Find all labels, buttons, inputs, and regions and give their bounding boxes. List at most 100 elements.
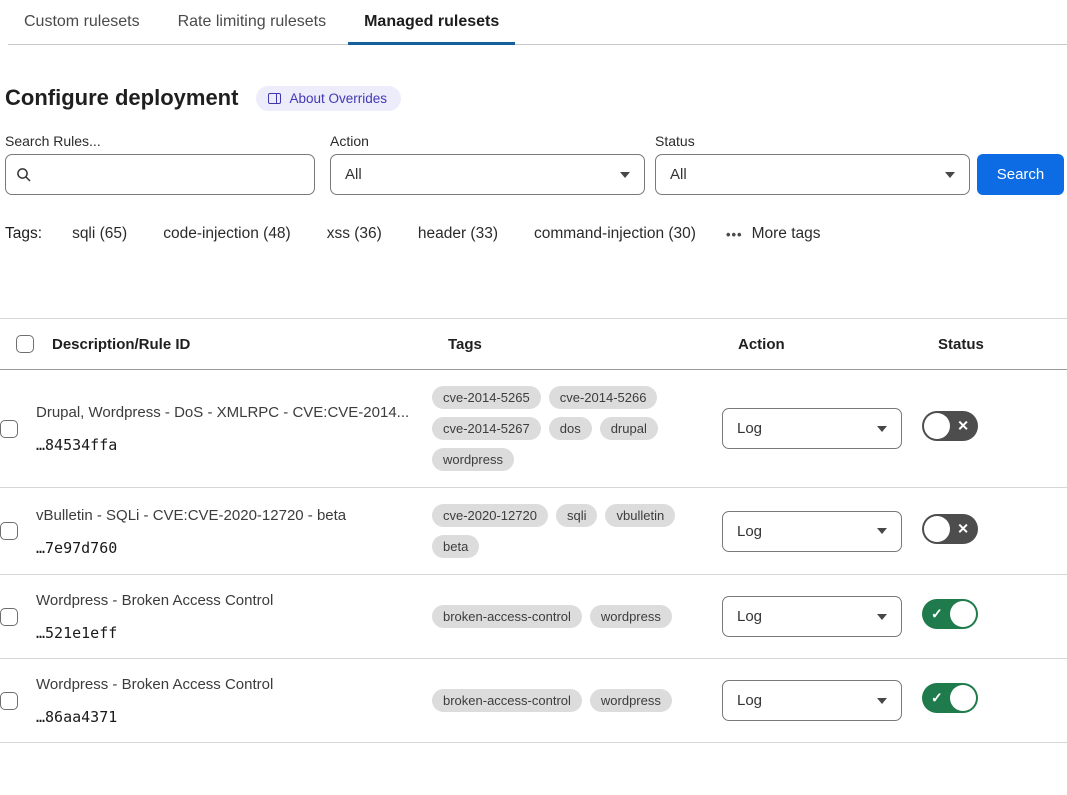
filter-bar: Search Rules... Action All Status All Se… bbox=[5, 133, 1067, 195]
chevron-down-icon bbox=[877, 528, 887, 534]
chevron-down-icon bbox=[877, 698, 887, 704]
rule-id: …521e1eff bbox=[36, 624, 412, 642]
rule-action-value: Log bbox=[737, 692, 762, 709]
table-row: Wordpress - Broken Access Control …521e1… bbox=[0, 575, 1067, 659]
tag-pill: dos bbox=[549, 417, 592, 440]
status-filter-label: Status bbox=[655, 133, 970, 149]
chevron-down-icon bbox=[945, 172, 955, 178]
status-toggle[interactable]: ✓ bbox=[922, 599, 978, 629]
rule-tags: broken-access-control wordpress bbox=[432, 605, 722, 628]
table-body: Drupal, Wordpress - DoS - XMLRPC - CVE:C… bbox=[0, 370, 1067, 743]
tab-bar: Custom rulesets Rate limiting rulesets M… bbox=[8, 0, 1067, 45]
column-header-description: Description/Rule ID bbox=[52, 336, 448, 353]
toggle-knob bbox=[950, 685, 976, 711]
toggle-knob bbox=[950, 601, 976, 627]
table-row: Wordpress - Broken Access Control …86aa4… bbox=[0, 659, 1067, 743]
rule-description-block: Drupal, Wordpress - DoS - XMLRPC - CVE:C… bbox=[36, 403, 432, 454]
rule-id: …84534ffa bbox=[36, 436, 412, 454]
search-input[interactable] bbox=[40, 166, 304, 183]
search-button[interactable]: Search bbox=[977, 154, 1064, 195]
column-header-status: Status bbox=[938, 336, 1067, 353]
search-icon bbox=[16, 167, 32, 183]
chevron-down-icon bbox=[877, 426, 887, 432]
tag-pill: wordpress bbox=[432, 448, 514, 471]
search-rules-label: Search Rules... bbox=[5, 133, 315, 149]
rule-id: …7e97d760 bbox=[36, 539, 412, 557]
rule-description-block: Wordpress - Broken Access Control …86aa4… bbox=[36, 675, 432, 726]
rule-action-value: Log bbox=[737, 608, 762, 625]
tag-pill: broken-access-control bbox=[432, 605, 582, 628]
rule-action-value: Log bbox=[737, 523, 762, 540]
column-header-action: Action bbox=[738, 336, 938, 353]
tag-pill: cve-2020-12720 bbox=[432, 504, 548, 527]
action-filter-value: All bbox=[345, 166, 362, 183]
rules-table: Description/Rule ID Tags Action Status D… bbox=[0, 318, 1067, 743]
column-header-tags: Tags bbox=[448, 336, 738, 353]
tab-managed-rulesets[interactable]: Managed rulesets bbox=[348, 9, 515, 45]
toggle-knob bbox=[924, 516, 950, 542]
tag-filter-link[interactable]: code-injection (48) bbox=[163, 225, 291, 243]
tag-filter-link[interactable]: command-injection (30) bbox=[534, 225, 696, 243]
more-tags-button[interactable]: ••• More tags bbox=[726, 225, 821, 243]
tag-pill: vbulletin bbox=[605, 504, 675, 527]
tag-pill: drupal bbox=[600, 417, 658, 440]
about-overrides-badge[interactable]: About Overrides bbox=[256, 86, 401, 111]
rule-action-select[interactable]: Log bbox=[722, 596, 902, 637]
tag-filter-link[interactable]: header (33) bbox=[418, 225, 498, 243]
rule-tags: cve-2020-12720sqlivbulletinbeta bbox=[432, 504, 722, 558]
rule-description: vBulletin - SQLi - CVE:CVE-2020-12720 - … bbox=[36, 506, 412, 525]
tag-pill: cve-2014-5266 bbox=[549, 386, 658, 409]
tag-pill: wordpress bbox=[590, 689, 672, 712]
about-overrides-label: About Overrides bbox=[289, 91, 387, 106]
tag-pill: broken-access-control bbox=[432, 689, 582, 712]
rule-action-select[interactable]: Log bbox=[722, 408, 902, 449]
rule-description: Wordpress - Broken Access Control bbox=[36, 675, 412, 694]
row-checkbox[interactable] bbox=[0, 420, 18, 438]
action-filter-select[interactable]: All bbox=[330, 154, 645, 195]
table-row: vBulletin - SQLi - CVE:CVE-2020-12720 - … bbox=[0, 488, 1067, 575]
rule-action-select[interactable]: Log bbox=[722, 511, 902, 552]
tag-filter-link[interactable]: xss (36) bbox=[327, 225, 382, 243]
rule-tags: broken-access-control wordpress bbox=[432, 689, 722, 712]
status-toggle[interactable]: ✓ bbox=[922, 683, 978, 713]
status-filter-select[interactable]: All bbox=[655, 154, 970, 195]
tag-pill: beta bbox=[432, 535, 479, 558]
rule-description-block: vBulletin - SQLi - CVE:CVE-2020-12720 - … bbox=[36, 506, 432, 557]
rule-action-select[interactable]: Log bbox=[722, 680, 902, 721]
status-filter-value: All bbox=[670, 166, 687, 183]
tab-custom-rulesets[interactable]: Custom rulesets bbox=[8, 9, 156, 45]
book-icon bbox=[268, 93, 281, 104]
row-checkbox[interactable] bbox=[0, 522, 18, 540]
tag-links: sqli (65) code-injection (48) xss (36) head… bbox=[72, 225, 696, 243]
rule-description: Drupal, Wordpress - DoS - XMLRPC - CVE:C… bbox=[36, 403, 412, 422]
toggle-state-icon: ✕ bbox=[957, 520, 969, 537]
status-toggle[interactable]: ✕ bbox=[922, 411, 978, 441]
select-all-checkbox[interactable] bbox=[16, 335, 34, 353]
chevron-down-icon bbox=[620, 172, 630, 178]
tags-bar: Tags: sqli (65) code-injection (48) xss (3… bbox=[5, 225, 1067, 243]
rule-action-value: Log bbox=[737, 420, 762, 437]
more-tags-label: More tags bbox=[752, 225, 821, 243]
rule-id: …86aa4371 bbox=[36, 708, 412, 726]
toggle-knob bbox=[924, 413, 950, 439]
rule-description: Wordpress - Broken Access Control bbox=[36, 591, 412, 610]
action-filter-label: Action bbox=[330, 133, 645, 149]
chevron-down-icon bbox=[877, 614, 887, 620]
toggle-state-icon: ✕ bbox=[957, 418, 969, 435]
tag-filter-link[interactable]: sqli (65) bbox=[72, 225, 127, 243]
table-header-row: Description/Rule ID Tags Action Status bbox=[0, 319, 1067, 370]
rule-description-block: Wordpress - Broken Access Control …521e1… bbox=[36, 591, 432, 642]
page-header: Configure deployment About Overrides bbox=[5, 85, 1067, 111]
row-checkbox[interactable] bbox=[0, 608, 18, 626]
row-checkbox[interactable] bbox=[0, 692, 18, 710]
tag-pill: wordpress bbox=[590, 605, 672, 628]
status-toggle[interactable]: ✕ bbox=[922, 514, 978, 544]
tag-pill: cve-2014-5265 bbox=[432, 386, 541, 409]
search-box[interactable] bbox=[5, 154, 315, 195]
rule-tags: cve-2014-5265cve-2014-5266cve-2014-5267d… bbox=[432, 386, 722, 471]
table-row: Drupal, Wordpress - DoS - XMLRPC - CVE:C… bbox=[0, 370, 1067, 488]
page-title: Configure deployment bbox=[5, 85, 238, 111]
tab-rate-limiting-rulesets[interactable]: Rate limiting rulesets bbox=[162, 9, 343, 45]
tags-bar-label: Tags: bbox=[5, 225, 42, 243]
toggle-state-icon: ✓ bbox=[931, 690, 943, 707]
